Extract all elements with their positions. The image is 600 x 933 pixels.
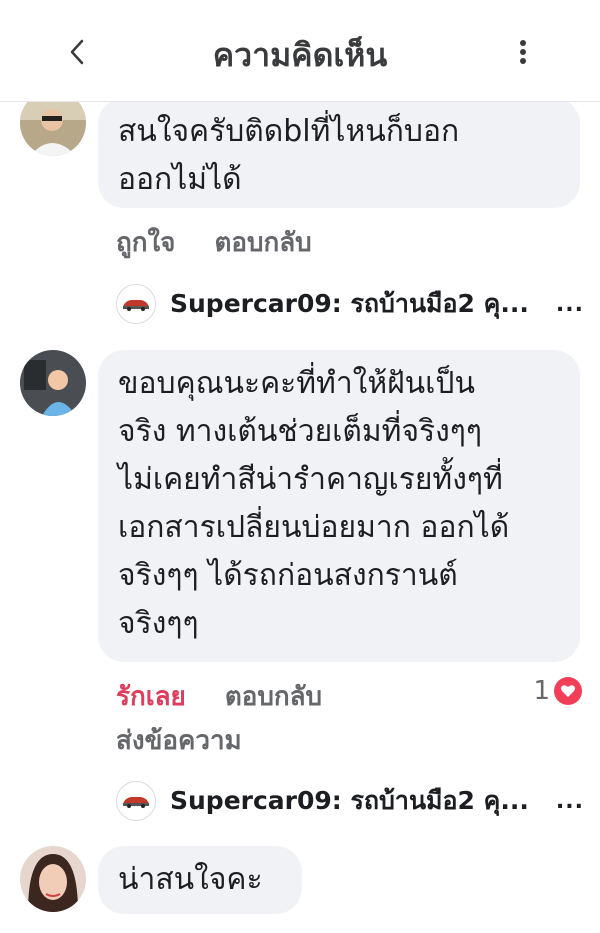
reply-thread-row[interactable]: Supercar09: รถบ้านมือ2 คุ... ... (116, 281, 600, 327)
comment-bubble: สนใจครับติดblที่ไหนก็บอก ออกไม่ได้ (98, 98, 580, 208)
comment-actions: รักเลย ตอบกลับ (116, 676, 352, 717)
comment-text-line: น่าสนใจคะ (118, 862, 263, 897)
avatar[interactable] (20, 846, 86, 912)
page-logo-avatar (116, 781, 156, 821)
reply-thread-row[interactable]: Supercar09: รถบ้านมือ2 คุ... ... (116, 778, 600, 824)
reaction-count[interactable]: 1 (533, 676, 582, 706)
more-options-button[interactable] (506, 32, 540, 72)
comment-bubble: ขอบคุณนะคะที่ทำให้ฝันเป็น จริง ทางเต้นช่… (98, 350, 580, 662)
reply-more-button[interactable]: ... (556, 292, 584, 317)
page-logo-avatar (116, 284, 156, 324)
reply-action[interactable]: ตอบกลับ (225, 682, 322, 712)
comment-text-line: จริงๆๆ (118, 606, 199, 641)
comment-text-line: สนใจครับติดblที่ไหนก็บอก (118, 114, 460, 149)
comment-actions: ถูกใจ ตอบกลับ (116, 222, 342, 263)
avatar[interactable] (20, 350, 86, 416)
send-message-action[interactable]: ส่งข้อความ (116, 720, 272, 761)
comment-text-line: ขอบคุณนะคะที่ทำให้ฝันเป็น (118, 366, 475, 401)
like-action[interactable]: ถูกใจ (116, 228, 175, 258)
vertical-dots-icon (520, 40, 526, 64)
reply-author-name: Supercar09: รถบ้านมือ2 คุ... (170, 786, 529, 815)
comment-text-line: จริงๆๆ ได้รถก่อนสงกรานต์ (118, 558, 458, 593)
heart-icon (554, 677, 582, 705)
car-logo-icon (123, 300, 149, 311)
comment-text-line: ไม่เคยทำสีน่ารำคาญเรยทั้งๆที่ (118, 462, 503, 497)
send-message-label: ส่งข้อความ (116, 726, 242, 756)
car-logo-icon (123, 797, 149, 808)
comment-text-line: จริง ทางเต้นช่วยเต็มที่จริงๆๆ (118, 414, 483, 449)
love-reaction-action[interactable]: รักเลย (116, 682, 186, 712)
reaction-count-number: 1 (533, 676, 550, 706)
reply-more-button[interactable]: ... (556, 789, 584, 814)
comment-text-line: ออกไม่ได้ (118, 162, 242, 197)
top-bar: ความคิดเห็น (0, 0, 600, 102)
comment-bubble: น่าสนใจคะ (98, 846, 302, 914)
reply-action[interactable]: ตอบกลับ (214, 228, 311, 258)
reply-author-name: Supercar09: รถบ้านมือ2 คุ... (170, 289, 529, 318)
comment-text-line: เอกสารเปลี่ยนบ่อยมาก ออกได้ (118, 510, 510, 545)
